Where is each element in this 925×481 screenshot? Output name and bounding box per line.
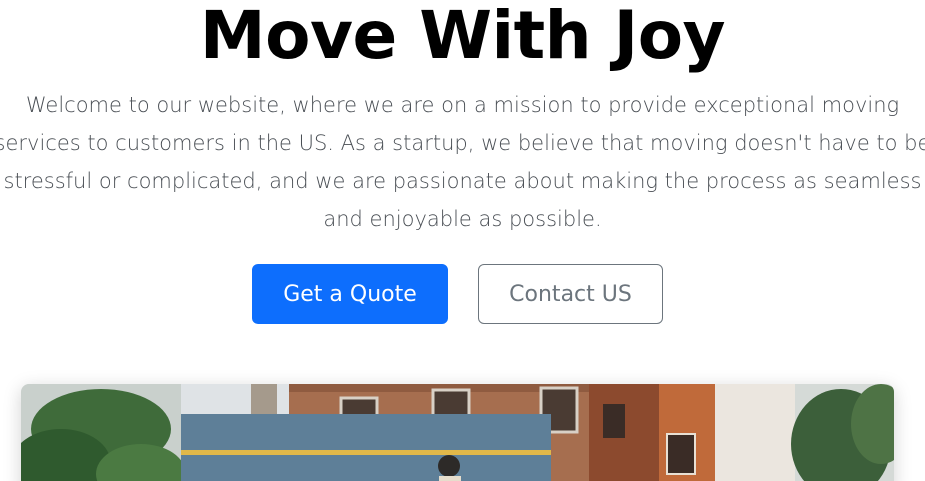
hero-title: Move With Joy xyxy=(199,0,726,74)
contact-us-button[interactable]: Contact US xyxy=(478,264,663,324)
hero-section: Move With Joy Welcome to our website, wh… xyxy=(0,0,925,481)
hero-lead-text: Welcome to our website, where we are on … xyxy=(0,93,925,231)
get-quote-button[interactable]: Get a Quote xyxy=(252,264,448,324)
hero-image xyxy=(21,384,894,481)
